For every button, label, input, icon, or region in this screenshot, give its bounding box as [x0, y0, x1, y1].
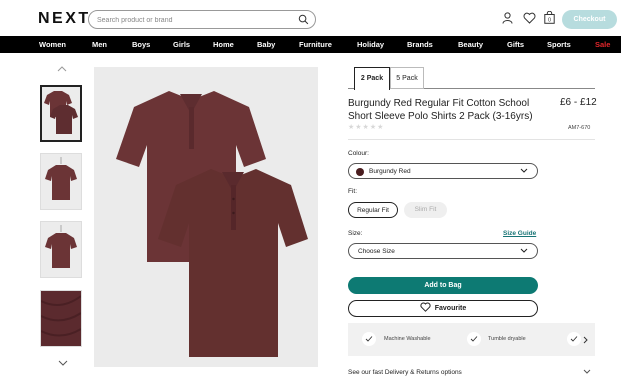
- product-code: AM7-670: [568, 125, 591, 131]
- thumbnail-3-image: [41, 222, 81, 277]
- fit-label: Fit:: [348, 188, 358, 195]
- nav-item-beauty[interactable]: Beauty: [458, 40, 483, 49]
- site-header: NEXT 0 Checkout: [0, 0, 621, 36]
- tab-2-pack[interactable]: 2 Pack: [354, 67, 390, 90]
- thumbnail-4-image: [41, 291, 81, 346]
- nav-item-women[interactable]: Women: [39, 40, 66, 49]
- svg-text:0: 0: [548, 18, 551, 24]
- chevron-down-icon[interactable]: [58, 360, 68, 366]
- check-icon: [567, 332, 581, 346]
- user-icon[interactable]: [502, 12, 513, 24]
- nav-item-brands[interactable]: Brands: [407, 40, 433, 49]
- heart-icon[interactable]: [523, 12, 536, 24]
- main-nav: Women Men Boys Girls Home Baby Furniture…: [0, 36, 621, 53]
- thumbnail-4[interactable]: [40, 290, 82, 347]
- thumbnail-1-image: [42, 87, 80, 140]
- fit-regular-button[interactable]: Regular Fit: [348, 202, 398, 218]
- bag-icon[interactable]: 0: [544, 11, 555, 24]
- favourite-button[interactable]: Favourite: [348, 300, 538, 317]
- chevron-right-icon[interactable]: [583, 336, 588, 344]
- check-icon: [467, 332, 481, 346]
- heart-icon: [420, 302, 431, 312]
- tab-5-pack[interactable]: 5 Pack: [390, 67, 424, 89]
- pack-tabs: 2 Pack 5 Pack: [348, 67, 595, 90]
- divider: [348, 139, 595, 140]
- size-select[interactable]: Choose Size: [348, 243, 538, 259]
- nav-item-home[interactable]: Home: [213, 40, 234, 49]
- nav-item-furniture[interactable]: Furniture: [299, 40, 332, 49]
- product-title: Burgundy Red Regular Fit Cotton School S…: [348, 98, 533, 122]
- product-price: £6 - £12: [560, 97, 597, 108]
- checkout-button[interactable]: Checkout: [562, 10, 617, 29]
- add-to-bag-button[interactable]: Add to Bag: [348, 277, 538, 294]
- colour-swatch: [356, 168, 364, 176]
- nav-item-men[interactable]: Men: [92, 40, 107, 49]
- feature-machine-washable: Machine Washable: [384, 336, 431, 342]
- check-icon: [362, 332, 376, 346]
- colour-label: Colour:: [348, 150, 369, 157]
- search-icon[interactable]: [298, 14, 309, 25]
- colour-select[interactable]: Burgundy Red: [348, 163, 538, 179]
- nav-item-girls[interactable]: Girls: [173, 40, 190, 49]
- nav-item-sale[interactable]: Sale: [595, 40, 610, 49]
- thumbnail-3[interactable]: [40, 221, 82, 278]
- favourite-label: Favourite: [434, 305, 467, 312]
- delivery-returns-link[interactable]: See our fast Delivery & Returns options: [348, 369, 462, 376]
- nav-item-sports[interactable]: Sports: [547, 40, 571, 49]
- features-carousel: Machine Washable Tumble dryable: [348, 323, 595, 356]
- colour-value: Burgundy Red: [369, 168, 411, 175]
- feature-tumble-dryable: Tumble dryable: [488, 336, 526, 342]
- nav-item-boys[interactable]: Boys: [132, 40, 150, 49]
- size-guide-link[interactable]: Size Guide: [503, 230, 536, 237]
- next-logo[interactable]: NEXT: [38, 10, 91, 28]
- thumbnail-2[interactable]: [40, 153, 82, 210]
- chevron-down-icon: [520, 168, 528, 173]
- fit-slim-button[interactable]: Slim Fit: [404, 202, 447, 218]
- search-bar[interactable]: [88, 10, 316, 29]
- nav-item-baby[interactable]: Baby: [257, 40, 275, 49]
- chevron-down-icon: [520, 248, 528, 253]
- nav-item-holiday[interactable]: Holiday: [357, 40, 384, 49]
- rating-stars[interactable]: ★★★★★: [348, 123, 384, 131]
- search-input[interactable]: [97, 14, 287, 26]
- chevron-up-icon[interactable]: [57, 66, 67, 72]
- polo-shirts-image: [94, 67, 318, 367]
- size-placeholder: Choose Size: [358, 248, 395, 255]
- nav-item-gifts[interactable]: Gifts: [507, 40, 524, 49]
- thumbnail-2-image: [41, 154, 81, 209]
- thumbnail-1[interactable]: [40, 85, 82, 142]
- chevron-down-icon[interactable]: [583, 369, 591, 374]
- main-product-image[interactable]: [94, 67, 318, 367]
- size-label: Size:: [348, 230, 363, 237]
